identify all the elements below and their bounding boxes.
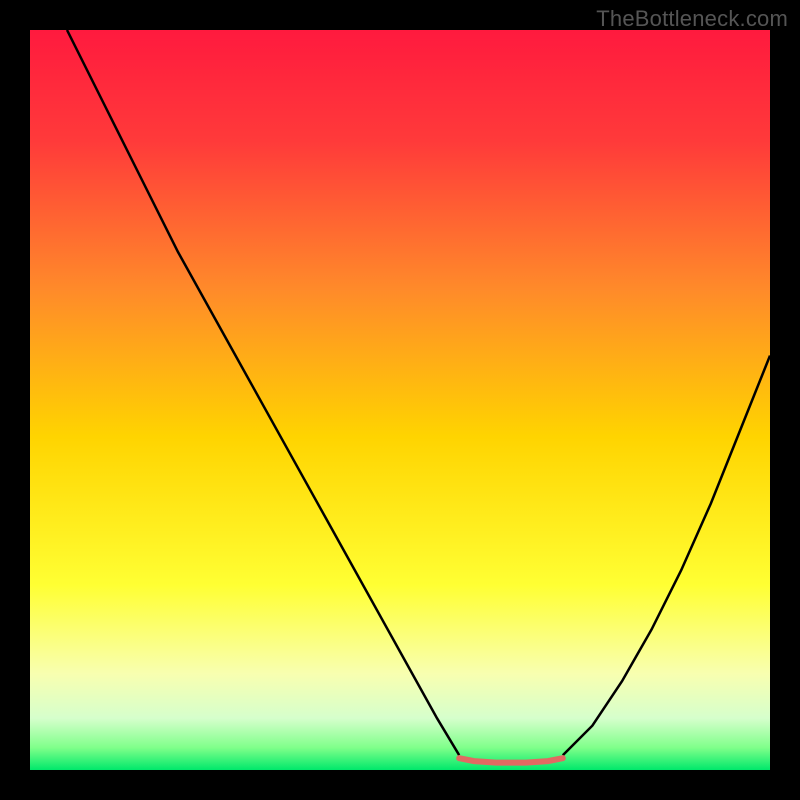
chart-background xyxy=(30,30,770,770)
watermark-label: TheBottleneck.com xyxy=(596,6,788,32)
plot-area xyxy=(30,30,770,770)
chart-svg xyxy=(30,30,770,770)
chart-container: TheBottleneck.com xyxy=(0,0,800,800)
